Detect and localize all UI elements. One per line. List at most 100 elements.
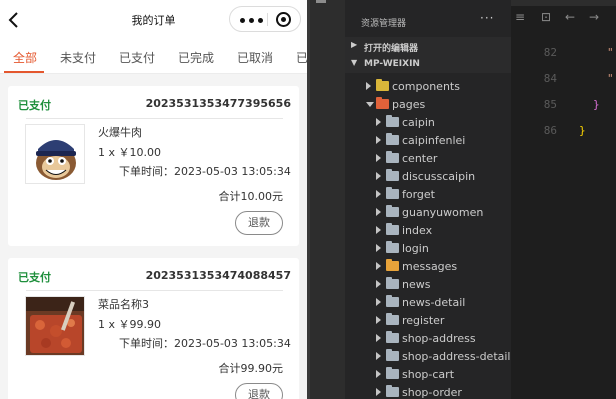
order-number: 2023531353474088457 — [145, 269, 291, 282]
order-card[interactable]: 已支付 2023531353474088457 菜品名称3 1 x ￥99.90… — [8, 258, 299, 399]
tree-item-label: forget — [402, 188, 435, 201]
tree-item-caipin[interactable]: caipin — [345, 113, 511, 131]
chevron-right-icon — [376, 208, 381, 216]
folder-icon — [386, 349, 399, 361]
chevron-right-icon — [366, 82, 371, 90]
chevron-right-icon: ▶ — [351, 40, 358, 49]
line-number: 85 — [543, 98, 557, 111]
forward-icon[interactable]: → — [589, 10, 599, 24]
explorer-panel: 资源管理器 ··· ▶ 打开的编辑器 ▼ MP-WEIXIN component… — [345, 0, 511, 399]
tree-item-label: center — [402, 152, 438, 165]
tree-item-news[interactable]: news — [345, 275, 511, 293]
navigation-bar: 我的订单 — [0, 0, 307, 40]
folder-icon — [386, 205, 399, 217]
chevron-right-icon — [376, 370, 381, 378]
chevron-right-icon — [376, 226, 381, 234]
tab-all[interactable]: 全部 — [13, 49, 37, 66]
activity-icon[interactable] — [316, 0, 326, 3]
tree-item-label: shop-address — [402, 332, 476, 345]
card-divider — [26, 118, 283, 119]
order-status: 已支付 — [18, 271, 51, 284]
more-actions-icon[interactable]: ··· — [480, 11, 494, 25]
chevron-right-icon — [376, 118, 381, 126]
order-total: 合计10.00元 — [218, 190, 284, 203]
code-string[interactable]: " — [607, 46, 614, 59]
folder-icon — [386, 385, 399, 397]
open-editors-label: 打开的编辑器 — [364, 44, 419, 54]
tree-item-shop-order[interactable]: shop-order — [345, 383, 511, 399]
folder-icon — [376, 97, 389, 109]
tab-cancelled[interactable]: 已取消 — [237, 49, 273, 66]
tree-item-label: caipin — [402, 116, 435, 129]
tree-item-guanyuwomen[interactable]: guanyuwomen — [345, 203, 511, 221]
folder-icon — [386, 331, 399, 343]
tree-item-label: messages — [402, 260, 458, 273]
folder-icon — [386, 223, 399, 235]
tree-item-messages[interactable]: messages — [345, 257, 511, 275]
tree-item-caipinfenlei[interactable]: caipinfenlei — [345, 131, 511, 149]
code-string[interactable]: " — [607, 72, 614, 85]
tree-item-register[interactable]: register — [345, 311, 511, 329]
activity-bar — [310, 0, 345, 399]
folder-icon — [386, 313, 399, 325]
order-total: 合计99.90元 — [218, 362, 284, 375]
tree-item-label: discusscaipin — [402, 170, 476, 183]
chevron-right-icon — [376, 388, 381, 396]
code-brace[interactable]: } — [579, 124, 586, 137]
order-status: 已支付 — [18, 99, 51, 112]
folder-icon — [386, 295, 399, 307]
bookmark-icon[interactable]: ⊡ — [541, 10, 551, 24]
back-button[interactable] — [6, 10, 24, 30]
more-dots-icon[interactable] — [240, 18, 264, 23]
tree-item-label: news-detail — [402, 296, 466, 309]
tree-item-index[interactable]: index — [345, 221, 511, 239]
tab-overflow[interactable]: 已 — [296, 49, 307, 66]
tab-unpaid[interactable]: 未支付 — [60, 49, 96, 66]
target-icon[interactable] — [276, 12, 291, 27]
folder-icon — [386, 367, 399, 379]
chevron-right-icon — [376, 136, 381, 144]
tree-item-label: caipinfenlei — [402, 134, 466, 147]
product-image-dish — [25, 296, 85, 356]
tree-item-label: components — [392, 80, 460, 93]
folder-icon — [386, 151, 399, 163]
back-icon[interactable]: ← — [565, 10, 575, 24]
tree-item-label: pages — [392, 98, 426, 111]
chevron-right-icon — [376, 190, 381, 198]
order-time: 下单时间：2023-05-03 13:05:34 — [119, 165, 291, 178]
back-arrow-icon — [8, 12, 18, 28]
mini-program-capsule — [229, 6, 301, 32]
tree-item-discusscaipin[interactable]: discusscaipin — [345, 167, 511, 185]
tree-item-center[interactable]: center — [345, 149, 511, 167]
open-editors-section[interactable]: ▶ 打开的编辑器 — [345, 37, 511, 55]
folder-icon — [386, 115, 399, 127]
code-brace[interactable]: } — [593, 98, 600, 111]
tree-item-news-detail[interactable]: news-detail — [345, 293, 511, 311]
line-number: 82 — [543, 46, 557, 59]
tree-item-components[interactable]: components — [345, 77, 511, 95]
chevron-right-icon — [376, 154, 381, 162]
tree-item-shop-address[interactable]: shop-address — [345, 329, 511, 347]
tree-item-pages[interactable]: pages — [345, 95, 511, 113]
chevron-right-icon — [376, 352, 381, 360]
product-qty-price: 1 x ￥10.00 — [98, 146, 161, 159]
tree-item-forget[interactable]: forget — [345, 185, 511, 203]
folder-icon — [386, 259, 399, 271]
chevron-right-icon — [376, 334, 381, 342]
tree-item-label: shop-address-detail — [402, 350, 511, 363]
chevron-right-icon — [376, 298, 381, 306]
active-tab-indicator — [4, 71, 44, 73]
order-card[interactable]: 已支付 2023531353477395656 火爆牛肉 1 x ￥10.00 … — [8, 86, 299, 246]
project-section[interactable]: ▼ MP-WEIXIN — [345, 55, 511, 73]
tree-item-label: shop-order — [402, 386, 462, 399]
tree-item-shop-address-detail[interactable]: shop-address-detail — [345, 347, 511, 365]
refund-button[interactable]: 退款 — [235, 383, 283, 399]
tree-item-login[interactable]: login — [345, 239, 511, 257]
tree-item-label: news — [402, 278, 431, 291]
tab-paid[interactable]: 已支付 — [119, 49, 155, 66]
list-icon[interactable]: ≡ — [515, 10, 525, 24]
refund-button[interactable]: 退款 — [235, 211, 283, 235]
order-number: 2023531353477395656 — [145, 97, 291, 110]
tab-completed[interactable]: 已完成 — [178, 49, 214, 66]
tree-item-shop-cart[interactable]: shop-cart — [345, 365, 511, 383]
